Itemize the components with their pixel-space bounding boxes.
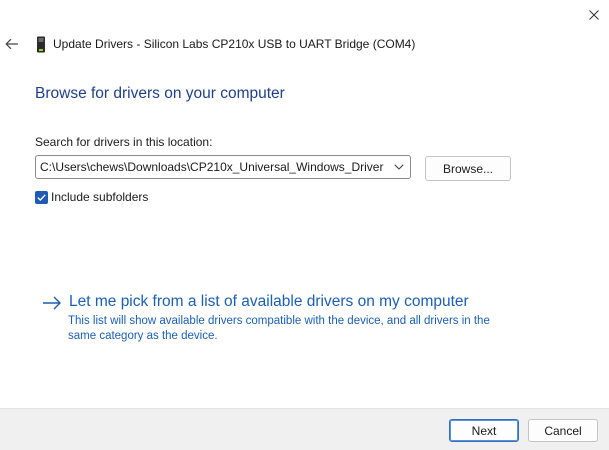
checkmark-icon	[37, 193, 46, 201]
back-arrow-icon	[5, 38, 18, 50]
right-arrow-icon	[43, 296, 61, 310]
next-button[interactable]: Next	[449, 419, 519, 442]
search-location-label: Search for drivers in this location:	[35, 135, 213, 149]
usb-device-icon	[34, 35, 48, 53]
pick-from-list-title[interactable]: Let me pick from a list of available dri…	[69, 292, 469, 312]
include-subfolders-checkbox[interactable]	[35, 190, 48, 204]
cancel-button[interactable]: Cancel	[528, 419, 598, 442]
close-icon	[588, 10, 599, 20]
driver-path-input[interactable]: C:\Users\chews\Downloads\CP210x_Universa…	[36, 160, 388, 174]
back-button[interactable]	[2, 34, 22, 54]
include-subfolders-option[interactable]: Include subfolders	[35, 190, 148, 204]
window-title: Update Drivers - Silicon Labs CP210x USB…	[53, 37, 416, 51]
dropdown-chevron-icon[interactable]	[388, 156, 410, 178]
browse-button[interactable]: Browse...	[425, 156, 511, 181]
pick-from-list-link[interactable]: Let me pick from a list of available dri…	[42, 292, 469, 313]
include-subfolders-label: Include subfolders	[51, 190, 149, 204]
pick-from-list-description: This list will show available drivers co…	[68, 315, 490, 342]
close-button[interactable]	[578, 0, 609, 30]
page-heading: Browse for drivers on your computer	[35, 85, 285, 102]
driver-path-combobox[interactable]: C:\Users\chews\Downloads\CP210x_Universa…	[35, 155, 411, 179]
